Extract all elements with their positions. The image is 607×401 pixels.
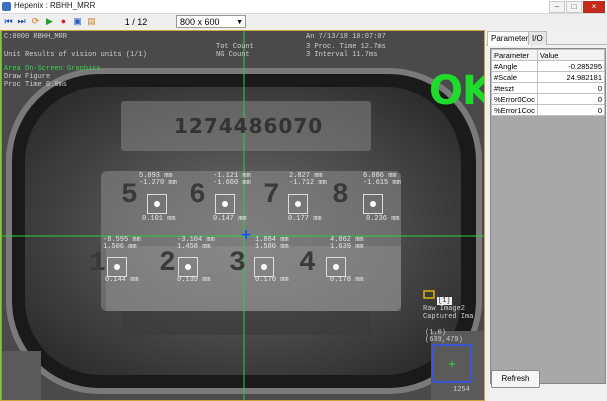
pin-digit: 5 [121, 180, 138, 211]
pin-deviation: 0.177 mm [288, 215, 322, 223]
pin-deviation: 0.147 mm [213, 215, 247, 223]
pin-offset-y: -1.270 mm [139, 179, 177, 187]
close-button[interactable]: × [583, 1, 605, 13]
proc-time-stat: 3 Proc. Time 12.7ms [306, 43, 386, 51]
param-name: #Angle [491, 60, 538, 72]
chevron-down-icon: ▼ [236, 19, 243, 26]
play-icon[interactable]: ▶ [44, 16, 55, 27]
pin-marker [178, 257, 198, 277]
pin-offset-y: 1.458 mm [177, 243, 211, 251]
minimize-button[interactable]: – [549, 1, 565, 13]
param-name: #teszt [491, 82, 538, 94]
pin-marker [326, 257, 346, 277]
title-bar: Hepenix : RBHH_MRR – □ × [0, 0, 607, 14]
interval-stat: 3 Interval 11.7ms [306, 51, 378, 59]
camera-image-view[interactable]: + + C:0000 RBHH_MRR Unit Results of visi… [0, 30, 485, 401]
pin-offset-y: -1.615 mm [363, 179, 401, 187]
tab-parameter[interactable]: Parameter [487, 31, 533, 46]
pin-deviation: 0.139 mm [177, 276, 211, 284]
param-value[interactable]: 24.982181 [536, 71, 606, 83]
pin-marker [107, 257, 127, 277]
pin-marker [363, 194, 383, 214]
pin-deviation: 0.178 mm [330, 276, 364, 284]
coord-max-label: (639,479) [425, 336, 463, 344]
window-title: Hepenix : RBHH_MRR [14, 1, 96, 10]
pin-offset-y: 1.506 mm [103, 243, 137, 251]
pin-deviation: 0.170 mm [255, 276, 289, 284]
column-header-value[interactable]: Value [536, 49, 606, 61]
pin-deviation: 0.236 mm [366, 215, 400, 223]
pin-deviation: 0.144 mm [105, 276, 139, 284]
pin-digit: 1 [89, 248, 106, 279]
svg-text:+: + [448, 359, 456, 370]
window-icon[interactable]: ▣ [72, 16, 83, 27]
frame-number: 1254 [453, 386, 470, 394]
pin-offset-y: -1.660 mm [213, 179, 251, 187]
table-row[interactable]: #Angle -0.285295 [491, 60, 606, 72]
pin-marker [215, 194, 235, 214]
roi-label: [1] [437, 297, 452, 305]
svg-text:+: + [240, 227, 252, 243]
pin-digit: 3 [229, 248, 246, 279]
param-name: %Error0Coc [491, 93, 538, 105]
pin-offset-y: 1.639 mm [330, 243, 364, 251]
on-screen-graphics-label: Area On-Screen Graphics [4, 65, 101, 73]
tab-io[interactable]: I/O [528, 31, 547, 45]
resolution-select[interactable]: 800 x 600 ▼ [176, 15, 246, 28]
table-row[interactable]: #Scale 24.982181 [491, 71, 606, 83]
maximize-button[interactable]: □ [566, 1, 582, 13]
pin-offset-y: -1.712 mm [289, 179, 327, 187]
pin-marker [147, 194, 167, 214]
toolbar: ⏮ ⏭ ⟳ ▶ ● ▣ ▤ 1 / 12 800 x 600 ▼ [0, 14, 607, 31]
ng-count-label: NG Count [216, 51, 250, 59]
param-value[interactable]: 0 [536, 93, 606, 105]
result-ok-label: OK [429, 68, 484, 114]
parameter-grid: Parameter Value #Angle -0.285295 #Scale 24… [490, 48, 606, 384]
pin-digit: 7 [263, 180, 280, 211]
skip-first-icon[interactable]: ⏮ [3, 16, 14, 27]
param-name: %Error1Coc [491, 104, 538, 116]
draw-figure-label: Draw Figure [4, 73, 51, 81]
table-row[interactable]: %Error1Coc 0 [491, 104, 606, 116]
param-value[interactable]: 0 [536, 104, 606, 116]
column-header-parameter[interactable]: Parameter [491, 49, 538, 61]
loop-icon[interactable]: ⟳ [30, 16, 41, 27]
unit-results-label: Unit Results of vision units (1/1) [4, 51, 147, 59]
refresh-button[interactable]: Refresh [491, 370, 540, 388]
panel-tabs: Parameter I/O [486, 30, 607, 46]
pin-digit: 6 [189, 180, 206, 211]
camera-label: C:0000 RBHH_MRR [4, 33, 68, 41]
app-icon [2, 2, 11, 11]
skip-last-icon[interactable]: ⏭ [16, 16, 27, 27]
resolution-value: 800 x 600 [180, 17, 220, 27]
stop-icon[interactable]: ● [58, 16, 69, 27]
pin-offset-y: 1.580 mm [255, 243, 289, 251]
pin-deviation: 0.101 mm [142, 215, 176, 223]
proc-time-label: Proc Time 0.0ms [4, 81, 68, 89]
pin-digit: 8 [332, 180, 349, 211]
table-header: Parameter Value [491, 49, 606, 61]
parameter-panel: Parameter I/O Parameter Value #Angle -0.2… [486, 30, 607, 401]
parameter-table: Parameter Value #Angle -0.285295 #Scale 24… [491, 49, 606, 116]
param-name: #Scale [491, 71, 538, 83]
pin-digit: 4 [299, 248, 316, 279]
page-indicator: 1 / 12 [124, 17, 148, 27]
tot-count-label: Tot Count [216, 43, 254, 51]
timestamp-label: An 7/13/18 10:07:07 [306, 33, 386, 41]
pin-marker [254, 257, 274, 277]
table-row[interactable]: %Error0Coc 0 [491, 93, 606, 105]
chart-icon[interactable]: ▤ [86, 16, 97, 27]
captured-image-label: Captured Ima [423, 313, 474, 321]
param-value[interactable]: 0 [536, 82, 606, 94]
raw-image-label: Raw Image2 [423, 305, 466, 313]
part-number: 1274486070 [174, 114, 324, 138]
pin-marker [288, 194, 308, 214]
param-value[interactable]: -0.285295 [536, 60, 606, 72]
pin-digit: 2 [159, 248, 176, 279]
table-row[interactable]: #teszt 0 [491, 82, 606, 94]
